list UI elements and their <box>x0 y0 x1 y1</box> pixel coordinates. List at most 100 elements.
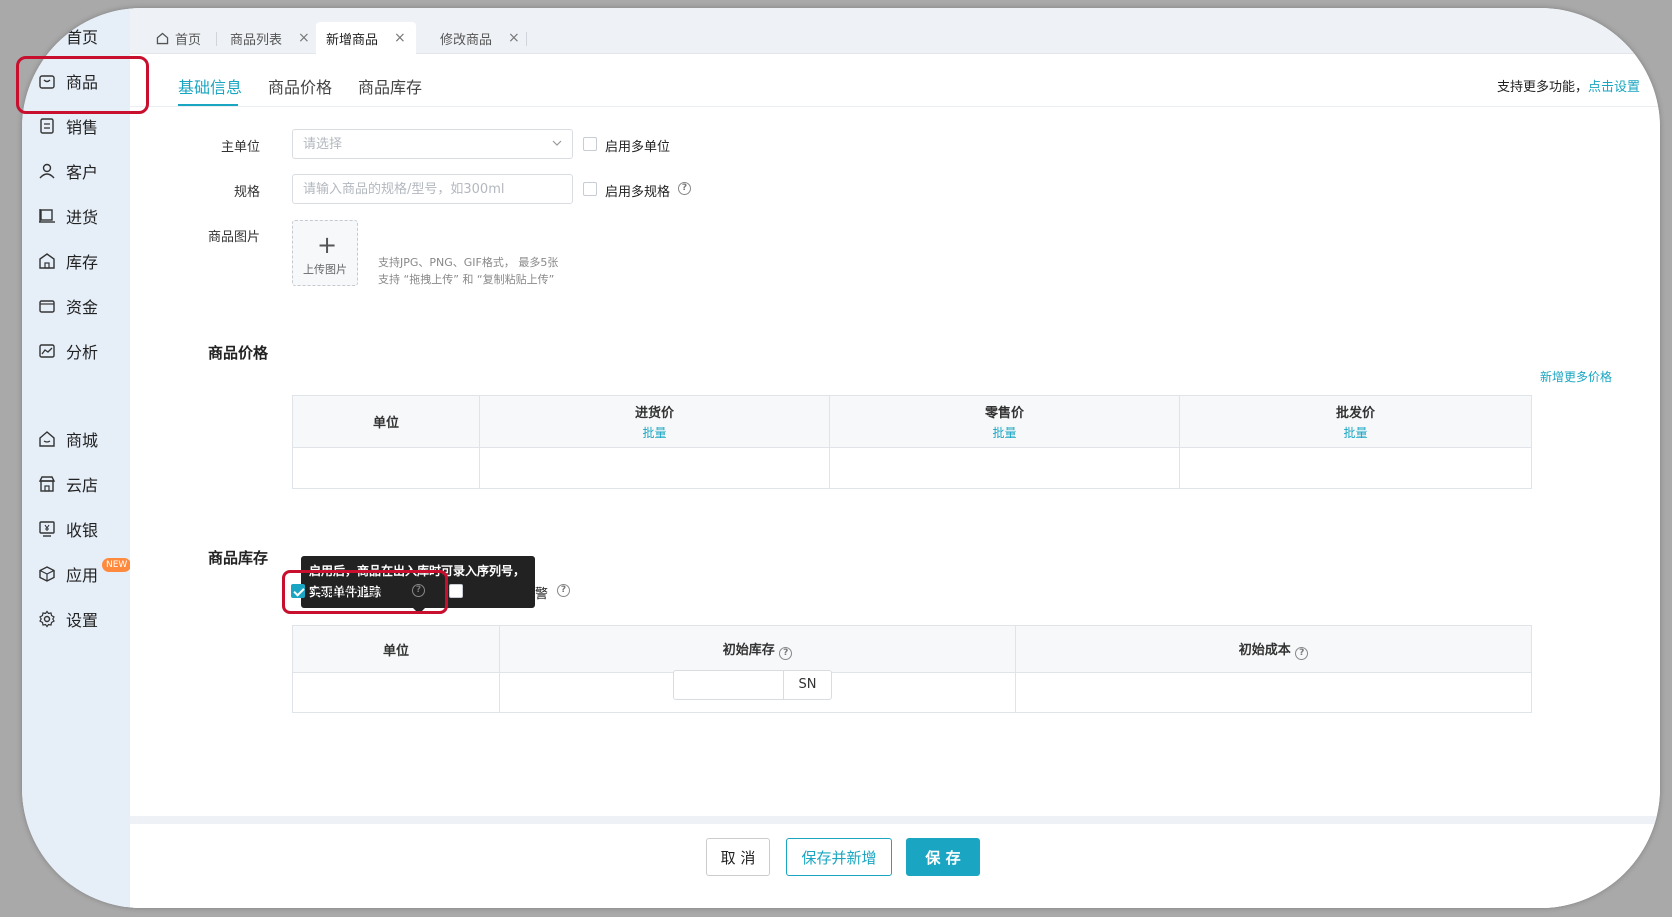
multi-spec-checkbox[interactable] <box>583 182 597 196</box>
user-icon <box>39 163 55 179</box>
sidebar-item-mall[interactable]: 商城 <box>22 417 130 461</box>
sidebar-item-cashier[interactable]: 收银 <box>22 507 130 551</box>
stock-alert-label: 启用库存预警 <box>470 587 549 602</box>
help-icon[interactable]: ? <box>779 647 793 660</box>
initial-stock-input[interactable] <box>673 670 783 700</box>
more-functions-text: 支持更多功能， <box>1496 80 1588 95</box>
footer-bar: 取 消 保存并新增 保 存 <box>130 816 1660 908</box>
sidebar-item-inventory[interactable]: 库存 <box>22 239 130 283</box>
sidebar-item-cloud-store[interactable]: 云店 <box>22 462 130 506</box>
sidebar-item-funds[interactable]: 资金 <box>22 284 130 328</box>
tab-edit-product[interactable]: 修改商品 × <box>430 22 530 54</box>
tab-label: 商品列表 <box>230 32 283 48</box>
col-initial-cost: 初始成本 ? <box>1015 625 1532 673</box>
help-icon[interactable]: ? <box>1295 647 1309 660</box>
batch-link[interactable]: 批量 <box>480 424 829 441</box>
tab-add-product[interactable]: 新增商品 × <box>316 22 416 54</box>
price-table: 单位 进货价 批量 零售价 批量 批发价批量 <box>292 395 1532 489</box>
upload-hint-formats: 支持JPG、PNG、GIF格式， 最多5张 <box>378 256 559 269</box>
save-and-new-button[interactable]: 保存并新增 <box>786 838 892 876</box>
sidebar-item-label: 收银 <box>66 521 99 540</box>
home-icon <box>156 32 169 44</box>
save-button[interactable]: 保 存 <box>906 838 980 876</box>
tab-home[interactable]: 首页 <box>146 22 211 54</box>
tab-separator <box>216 32 217 46</box>
sidebar-item-label: 库存 <box>66 253 99 272</box>
col-label: 批发价 <box>1335 406 1375 421</box>
tab-product-list[interactable]: 商品列表 × <box>220 22 320 54</box>
sidebar-item-label: 进货 <box>66 208 99 227</box>
main-unit-select[interactable] <box>292 129 573 159</box>
multi-spec-label: 启用多规格 <box>605 185 671 200</box>
wallet-icon <box>39 300 55 313</box>
cancel-button[interactable]: 取 消 <box>706 838 770 876</box>
cash-register-icon <box>39 521 55 537</box>
main-content: 基础信息 商品价格 商品库存 支持更多功能，点击设置 主单位 启用多单位 规格 … <box>130 54 1660 908</box>
batch-link[interactable]: 批量 <box>830 424 1179 441</box>
sidebar-item-label: 客户 <box>66 163 99 182</box>
app-window: 首页 商品 销售 客户 进货 库存 资金 分析 商城 云店 收银 应用 NEW … <box>22 8 1660 908</box>
tab-label: 新增商品 <box>326 32 379 48</box>
main-unit-input[interactable] <box>292 129 573 159</box>
col-label: 初始库存 <box>722 643 775 658</box>
highlight-box <box>16 56 149 114</box>
upload-label: 上传图片 <box>303 263 347 276</box>
batch-link[interactable]: 批量 <box>1180 424 1531 441</box>
sidebar-item-label: 销售 <box>66 118 99 137</box>
tab-label: 首页 <box>175 32 202 48</box>
sidebar-item-label: 云店 <box>66 476 99 495</box>
cart-icon <box>39 209 55 223</box>
sidebar-item-label: 设置 <box>66 611 99 630</box>
stock-section-title: 商品库存 <box>208 549 269 567</box>
sidebar-item-customers[interactable]: 客户 <box>22 149 130 193</box>
more-functions: 支持更多功能，点击设置 <box>1497 76 1640 95</box>
chart-icon <box>39 344 55 358</box>
table-row <box>292 672 1532 713</box>
cell-retail-price[interactable] <box>829 447 1180 489</box>
multi-unit-checkbox[interactable] <box>583 137 597 151</box>
tab-separator <box>526 32 527 46</box>
sidebar-item-label: 应用 <box>66 566 99 585</box>
upload-image-button[interactable]: + 上传图片 <box>292 220 358 286</box>
col-label: 初始成本 <box>1238 643 1291 658</box>
subtab-price[interactable]: 商品价格 <box>268 74 332 98</box>
cell-purchase-price[interactable] <box>479 447 830 489</box>
cube-icon <box>39 566 55 582</box>
sn-button[interactable]: SN <box>783 670 832 700</box>
settings-link[interactable]: 点击设置 <box>1588 80 1640 95</box>
cell-unit[interactable] <box>292 447 480 489</box>
close-icon[interactable]: × <box>298 30 310 46</box>
table-row <box>292 447 1532 489</box>
stock-alert-checkbox[interactable] <box>449 584 463 598</box>
cell-unit[interactable] <box>292 672 500 713</box>
sidebar-item-apps[interactable]: 应用 NEW <box>22 552 132 596</box>
help-icon[interactable]: ? <box>557 584 570 597</box>
close-icon[interactable]: × <box>394 30 406 46</box>
sidebar-item-analysis[interactable]: 分析 <box>22 329 130 373</box>
sidebar-item-purchase[interactable]: 进货 <box>22 194 130 238</box>
add-more-price-link[interactable]: 新增更多价格 <box>1540 368 1612 385</box>
cell-wholesale-price[interactable] <box>1179 447 1532 489</box>
shop-icon <box>38 476 56 492</box>
col-unit: 单位 <box>292 395 480 448</box>
cell-initial-cost[interactable] <box>1015 672 1532 713</box>
sidebar-item-label: 商城 <box>66 431 99 450</box>
gear-icon <box>39 610 55 628</box>
close-icon[interactable]: × <box>508 30 520 46</box>
sidebar-item-settings[interactable]: 设置 <box>22 597 130 641</box>
col-wholesale-price: 批发价 批量 <box>1179 395 1532 448</box>
subtab-stock[interactable]: 商品库存 <box>358 74 422 98</box>
spec-input[interactable] <box>292 174 573 204</box>
help-icon[interactable]: ? <box>678 182 691 195</box>
plus-icon: + <box>317 231 338 259</box>
subtab-divider <box>130 106 1660 107</box>
col-initial-stock: 初始库存 ? <box>499 625 1016 673</box>
sidebar-item-home[interactable]: 首页 <box>22 14 130 58</box>
col-retail-price: 零售价 批量 <box>829 395 1180 448</box>
sidebar: 首页 商品 销售 客户 进货 库存 资金 分析 商城 云店 收银 应用 NEW … <box>22 8 132 908</box>
spec-label: 规格 <box>233 185 260 200</box>
col-purchase-price: 进货价 批量 <box>479 395 830 448</box>
subtab-basic-info[interactable]: 基础信息 <box>178 74 242 98</box>
tab-label: 修改商品 <box>440 32 493 48</box>
sidebar-item-label: 资金 <box>66 298 99 317</box>
